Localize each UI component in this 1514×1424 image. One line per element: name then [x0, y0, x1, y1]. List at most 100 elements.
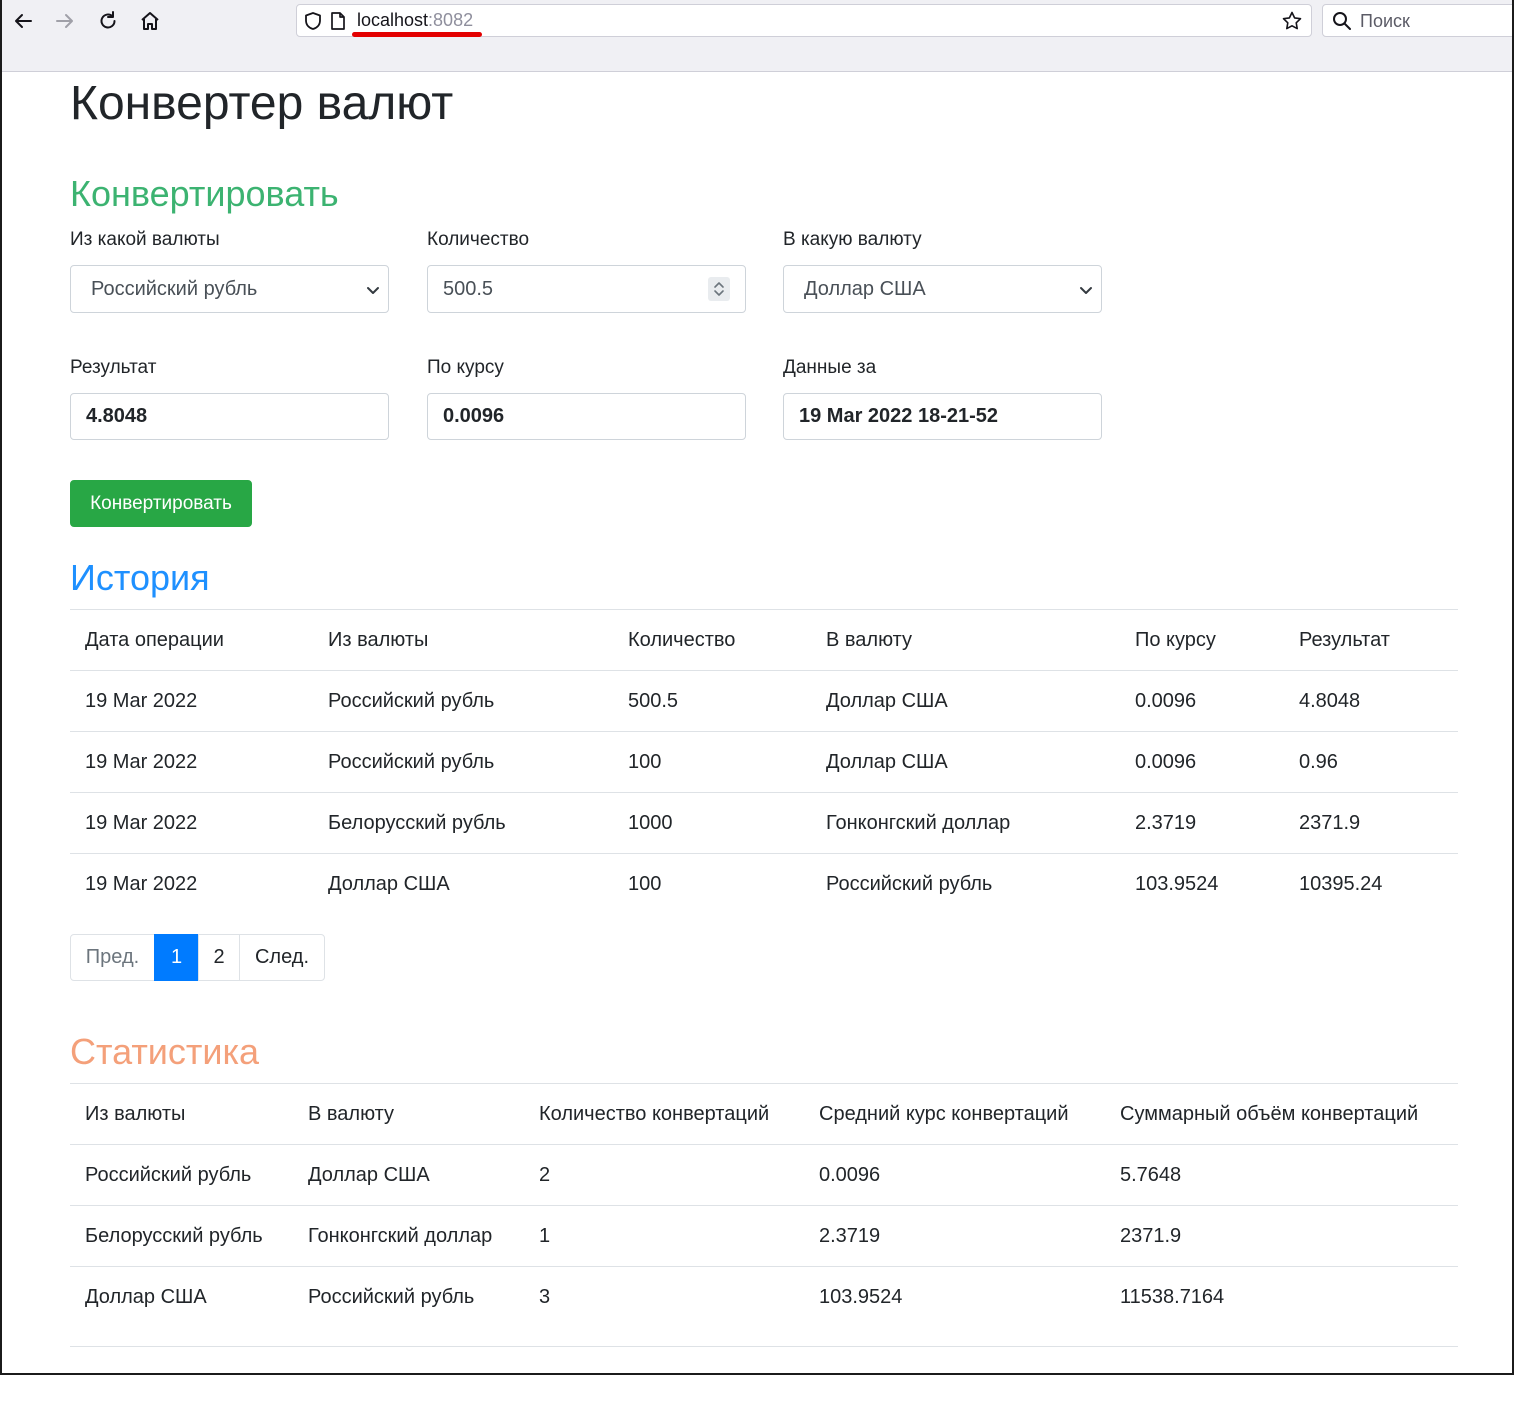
table-row: Доллар США Российский рубль 3 103.9524 1… [70, 1266, 1458, 1347]
table-cell: 19 Mar 2022 [70, 853, 313, 915]
prev-page-button[interactable]: Пред. [70, 934, 155, 981]
table-cell: 2.3719 [1120, 792, 1284, 854]
result-value: 4.8048 [86, 405, 148, 427]
browser-toolbar: localhost:8082 Поиск [2, 0, 1512, 72]
bookmark-star-icon[interactable] [1281, 10, 1303, 32]
stats-table: Из валюты В валюту Количество конвертаци… [70, 1083, 1458, 1347]
rate-field[interactable]: 0.0096 [427, 393, 746, 440]
amount-stepper[interactable] [708, 277, 730, 301]
table-row: 19 Mar 2022 Российский рубль 100 Доллар … [70, 731, 1458, 793]
column-header: Результат [1284, 609, 1458, 671]
url-host: localhost [357, 10, 429, 30]
from-currency-label: Из какой валюты [70, 229, 220, 250]
convert-heading: Конвертировать [70, 173, 339, 214]
home-button[interactable] [133, 4, 167, 38]
to-currency-label: В какую валюту [783, 229, 922, 250]
table-cell: 11538.7164 [1105, 1266, 1458, 1347]
column-header: В валюту [811, 609, 1120, 671]
table-cell: 5.7648 [1105, 1144, 1458, 1206]
page-icon [331, 12, 345, 30]
stats-header-row: Из валюты В валюту Количество конвертаци… [70, 1083, 1458, 1145]
table-cell: Белорусский рубль [70, 1205, 293, 1267]
date-field[interactable]: 19 Mar 2022 18-21-52 [783, 393, 1102, 440]
table-cell: 103.9524 [804, 1266, 1105, 1347]
table-cell: Российский рубль [313, 731, 613, 793]
page-1-button[interactable]: 1 [154, 934, 199, 981]
shield-icon[interactable] [303, 11, 323, 31]
search-placeholder: Поиск [1360, 11, 1410, 31]
table-cell: 0.0096 [1120, 670, 1284, 732]
column-header: Количество [613, 609, 811, 671]
table-row: 19 Mar 2022 Российский рубль 500.5 Долла… [70, 670, 1458, 732]
rate-label: По курсу [427, 357, 504, 378]
table-cell: 500.5 [613, 670, 811, 732]
table-cell: 1000 [613, 792, 811, 854]
table-cell: 2 [524, 1144, 804, 1206]
table-cell: Российский рубль [70, 1144, 293, 1206]
url-text[interactable]: localhost:8082 [357, 10, 473, 31]
table-cell: Белорусский рубль [313, 792, 613, 854]
table-cell: 0.96 [1284, 731, 1458, 793]
date-label: Данные за [783, 357, 877, 378]
date-value: 19 Mar 2022 18-21-52 [799, 405, 999, 427]
column-header: По курсу [1120, 609, 1284, 671]
result-field[interactable]: 4.8048 [70, 393, 389, 440]
table-cell: Российский рубль [293, 1266, 524, 1347]
stats-heading: Статистика [70, 1031, 260, 1072]
table-row: 19 Mar 2022 Белорусский рубль 1000 Гонко… [70, 792, 1458, 854]
reload-button[interactable] [91, 4, 125, 38]
chevron-down-icon [367, 287, 379, 294]
table-row: Российский рубль Доллар США 2 0.0096 5.7… [70, 1144, 1458, 1206]
table-cell: 19 Mar 2022 [70, 792, 313, 854]
table-row: 19 Mar 2022 Доллар США 100 Российский ру… [70, 853, 1458, 915]
search-bar[interactable]: Поиск [1322, 4, 1512, 37]
table-cell: Доллар США [293, 1144, 524, 1206]
table-cell: 100 [613, 853, 811, 915]
stepper-arrows-icon [714, 282, 724, 296]
table-cell: 4.8048 [1284, 670, 1458, 732]
column-header: Из валюты [313, 609, 613, 671]
column-header: Количество конвертаций [524, 1083, 804, 1145]
url-underline-annotation [352, 32, 482, 37]
table-cell: 10395.24 [1284, 853, 1458, 915]
column-header: Из валюты [70, 1083, 293, 1145]
table-cell: Гонконгский доллар [293, 1205, 524, 1267]
history-header-row: Дата операции Из валюты Количество В вал… [70, 609, 1458, 671]
reload-icon [100, 11, 116, 29]
back-button[interactable] [6, 4, 40, 38]
table-cell: 19 Mar 2022 [70, 670, 313, 732]
rate-value: 0.0096 [443, 405, 505, 427]
history-table: Дата операции Из валюты Количество В вал… [70, 609, 1458, 915]
table-cell: 100 [613, 731, 811, 793]
pagination: Пред. 1 2 След. [70, 934, 325, 981]
history-heading: История [70, 557, 210, 598]
table-cell: 2.3719 [804, 1205, 1105, 1267]
url-port: :8082 [428, 10, 474, 30]
table-cell: 0.0096 [1120, 731, 1284, 793]
arrow-left-icon [15, 14, 32, 28]
table-cell: Доллар США [313, 853, 613, 915]
next-page-button[interactable]: След. [239, 934, 325, 981]
to-currency-select[interactable]: Доллар США [783, 265, 1102, 313]
table-cell: 103.9524 [1120, 853, 1284, 915]
table-cell: Российский рубль [811, 853, 1120, 915]
table-cell: 2371.9 [1105, 1205, 1458, 1267]
table-cell: Российский рубль [313, 670, 613, 732]
page-title: Конвертер валют [70, 77, 454, 130]
table-cell: 3 [524, 1266, 804, 1347]
column-header: Суммарный объём конвертаций [1105, 1083, 1458, 1145]
amount-input[interactable]: 500.5 [427, 265, 746, 313]
table-cell: 1 [524, 1205, 804, 1267]
column-header: Дата операции [70, 609, 313, 671]
search-icon [1333, 12, 1351, 30]
table-cell: Гонконгский доллар [811, 792, 1120, 854]
from-currency-select[interactable]: Российский рубль [70, 265, 389, 313]
table-cell: 0.0096 [804, 1144, 1105, 1206]
home-icon [141, 12, 159, 30]
convert-button[interactable]: Конвертировать [70, 480, 252, 527]
table-cell: 2371.9 [1284, 792, 1458, 854]
to-currency-value: Доллар США [804, 277, 926, 300]
page-2-button[interactable]: 2 [198, 934, 240, 981]
forward-button[interactable] [48, 4, 82, 38]
chevron-down-icon [1080, 287, 1092, 294]
